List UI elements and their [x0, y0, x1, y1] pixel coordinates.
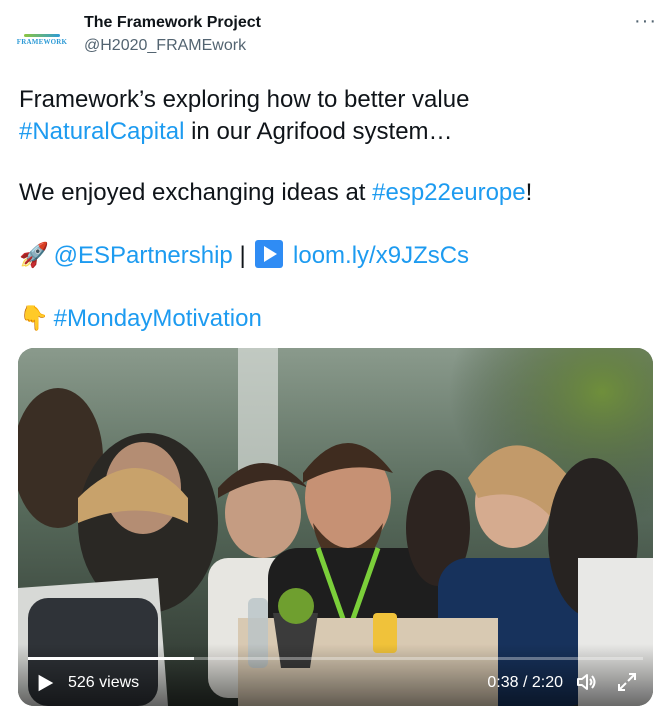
tweet-line-2: #NaturalCapital in our Agrifood system…	[19, 116, 453, 148]
tweet-text-segment: Framework’s exploring how to better valu…	[19, 86, 470, 113]
video-progress-fill	[28, 657, 195, 660]
mention-espartnership[interactable]: @ESPartnership	[54, 242, 233, 269]
hashtag-esp22europe[interactable]: #esp22europe	[372, 179, 525, 206]
hashtag-mondaymotivation[interactable]: #MondayMotivation	[54, 305, 262, 332]
tweet-line-3: We enjoyed exchanging ideas at #esp22eur…	[19, 177, 532, 209]
account-name[interactable]: The Framework Project	[84, 14, 261, 32]
hashtag-naturalcapital[interactable]: #NaturalCapital	[19, 118, 184, 145]
tweet-line-4: 🚀 @ESPartnership | loom.ly/x9JZsCs	[19, 240, 469, 272]
tweet-text-segment: |	[232, 242, 253, 269]
pointing-down-icon: 👇	[19, 305, 49, 332]
tweet-text-segment: in our Agrifood system…	[184, 118, 453, 145]
tweet-line-5: 👇 #MondayMotivation	[19, 303, 262, 335]
avatar-logo-bar	[24, 34, 60, 37]
tweet-text-segment: !	[525, 179, 533, 206]
play-button-icon	[255, 240, 284, 268]
rocket-icon: 🚀	[19, 242, 49, 269]
link-loomly[interactable]: loom.ly/x9JZsCs	[293, 242, 469, 269]
fullscreen-icon[interactable]	[615, 670, 639, 694]
video-progress-track[interactable]	[28, 657, 643, 660]
account-handle[interactable]: @H2020_FRAMEwork	[84, 37, 246, 55]
tweet-line-1: Framework’s exploring how to better valu…	[19, 84, 469, 116]
video-player[interactable]: 526 views 0:38 / 2:20	[18, 348, 653, 706]
avatar-logo-text: FRAMEWORK	[16, 38, 68, 46]
tweet-header: FRAMEWORK The Framework Project @H2020_F…	[0, 0, 672, 70]
tweet-text-segment: We enjoyed exchanging ideas at	[19, 179, 373, 206]
play-icon[interactable]	[34, 672, 56, 694]
volume-icon[interactable]	[575, 670, 599, 694]
video-views: 526 views	[68, 674, 140, 691]
video-time: 0:38 / 2:20	[487, 674, 563, 691]
avatar[interactable]: FRAMEWORK	[16, 17, 68, 65]
more-icon[interactable]: ···	[634, 11, 657, 31]
